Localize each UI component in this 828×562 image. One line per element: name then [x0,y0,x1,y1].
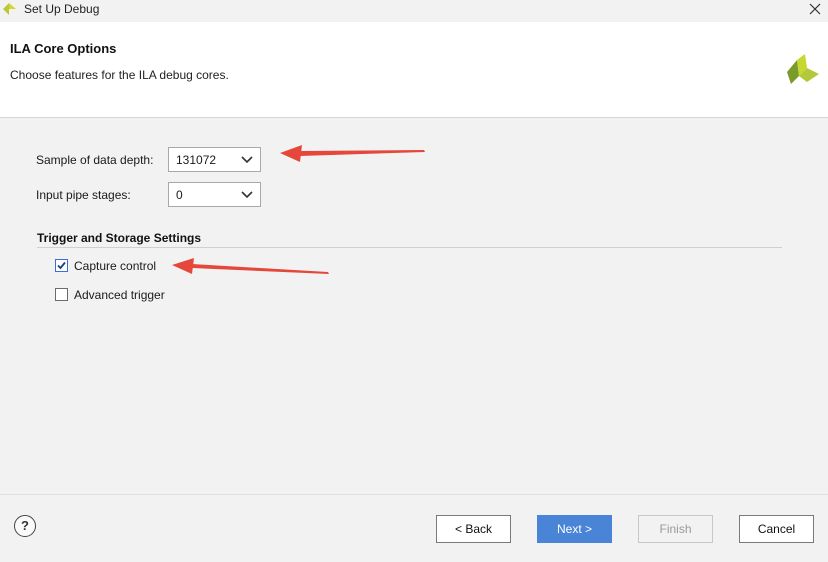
footer-divider [0,494,828,495]
section-divider [37,247,782,248]
pipe-stages-value: 0 [176,188,183,202]
vivado-logo-icon [3,3,16,15]
pipe-stages-select[interactable]: 0 [168,182,261,207]
close-icon[interactable] [806,0,824,18]
chevron-down-icon [241,156,253,164]
next-button[interactable]: Next > [537,515,612,543]
pipe-stages-label: Input pipe stages: [36,188,131,202]
capture-control-checkbox[interactable] [55,259,68,272]
finish-button[interactable]: Finish [638,515,713,543]
page-subtitle: Choose features for the ILA debug cores. [10,68,229,82]
annotation-arrow [280,145,425,162]
page-title: ILA Core Options [10,41,117,56]
vivado-logo-icon [787,54,819,84]
section-title: Trigger and Storage Settings [37,231,202,245]
title-bar: Set Up Debug [0,0,828,20]
cancel-button[interactable]: Cancel [739,515,814,543]
annotation-arrow [172,258,329,274]
checkmark-icon [57,261,66,270]
sample-depth-value: 131072 [176,153,217,167]
help-icon: ? [21,518,29,533]
help-button[interactable]: ? [14,515,36,537]
window-title: Set Up Debug [24,2,100,16]
back-button[interactable]: < Back [436,515,511,543]
sample-depth-select[interactable]: 131072 [168,147,261,172]
advanced-trigger-label: Advanced trigger [74,288,165,302]
advanced-trigger-checkbox[interactable] [55,288,68,301]
page-header: ILA Core Options Choose features for the… [0,22,828,118]
chevron-down-icon [241,191,253,199]
sample-depth-label: Sample of data depth: [36,153,154,167]
capture-control-label: Capture control [74,259,157,273]
